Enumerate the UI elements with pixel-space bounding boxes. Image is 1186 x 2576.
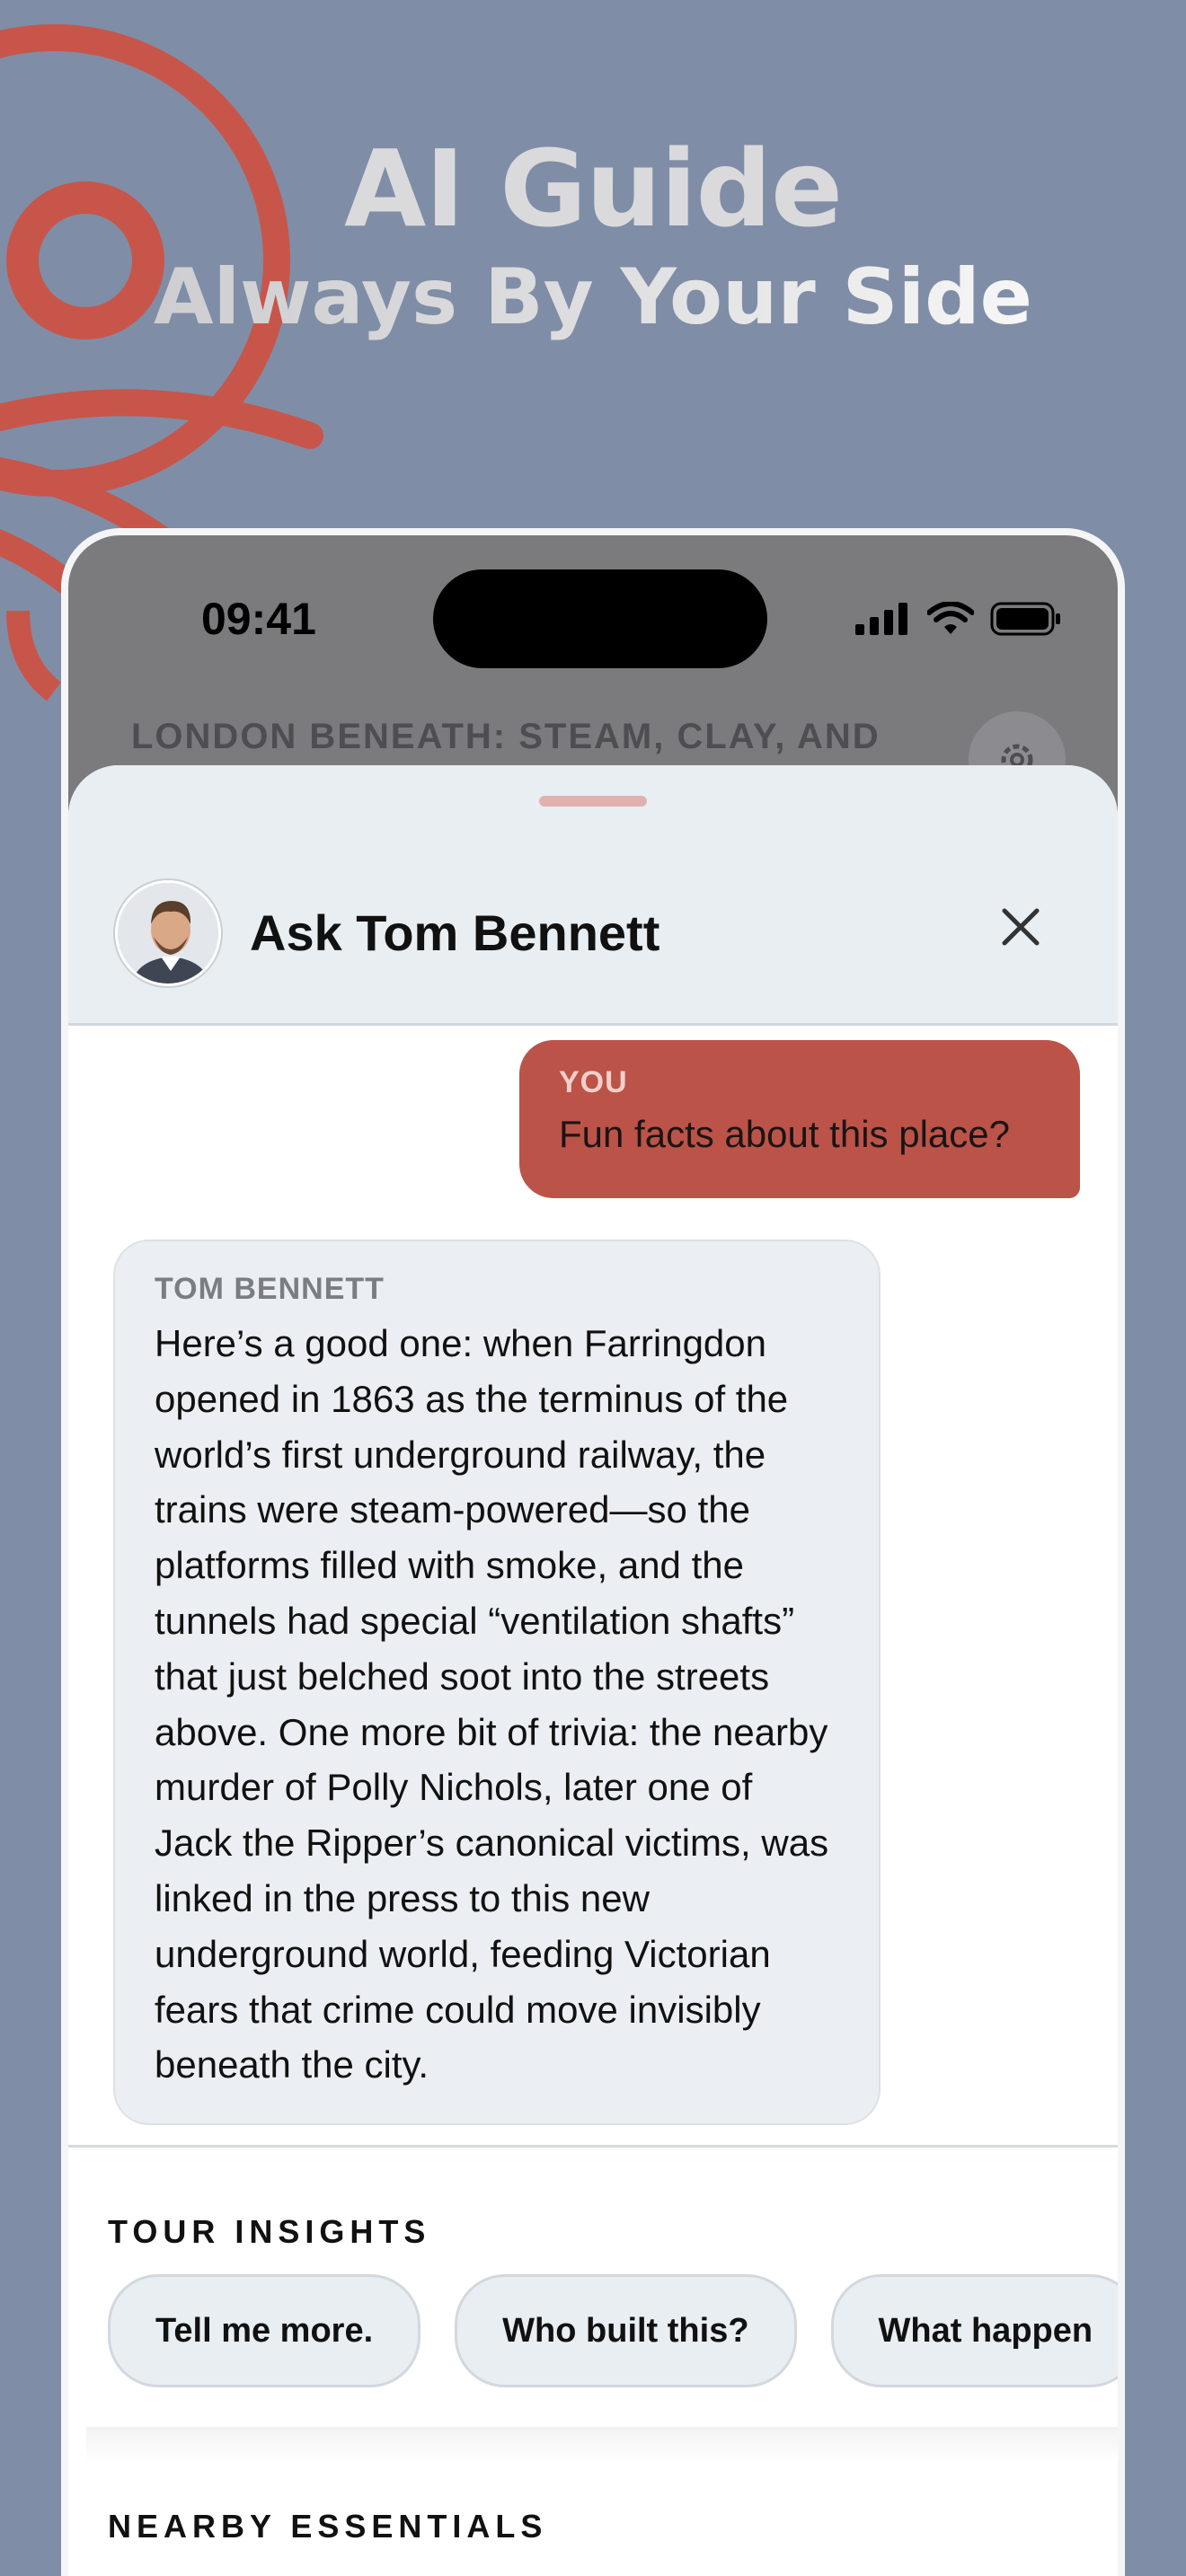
- cellular-signal-icon: [855, 603, 907, 635]
- message-sender: TOM BENNETT: [155, 1272, 385, 1306]
- hero-title: AI Guide: [343, 127, 843, 251]
- divider: [68, 2145, 1118, 2148]
- chip-what-happened[interactable]: What happen: [830, 2274, 1118, 2387]
- dynamic-island: [433, 569, 767, 668]
- guide-message-bubble: TOM BENNETT Here’s a good one: when Farr…: [113, 1239, 881, 2125]
- close-button[interactable]: [985, 891, 1057, 963]
- section-shadow: [86, 2427, 1118, 2463]
- status-time: 09:41: [201, 594, 316, 644]
- battery-icon: [990, 602, 1060, 636]
- sheet-grabber[interactable]: [539, 796, 647, 807]
- chat-sheet: Ask Tom Bennett YOU Fun facts about this…: [68, 765, 1118, 2576]
- hero: AI Guide Always By Your Side: [0, 126, 1186, 347]
- user-message-bubble: YOU Fun facts about this place?: [519, 1040, 1080, 1198]
- status-bar: 09:41: [68, 535, 1118, 706]
- chat-sheet-header: Ask Tom Bennett: [68, 765, 1118, 1026]
- avatar: [115, 880, 221, 986]
- phone-frame: 09:41 LONDON BENEATH: STEAM, CLAY, AND A…: [61, 528, 1125, 2576]
- message-sender: YOU: [559, 1065, 628, 1099]
- status-icons: [855, 602, 1062, 636]
- chat-title: Ask Tom Bennett: [250, 904, 660, 961]
- wifi-icon: [927, 602, 974, 634]
- nearby-essentials-label: NEARBY ESSENTIALS: [108, 2508, 548, 2545]
- message-text: Here’s a good one: when Farringdon opene…: [155, 1322, 829, 2086]
- close-icon: [1002, 908, 1040, 946]
- chip-who-built-this[interactable]: Who built this?: [455, 2274, 797, 2387]
- message-text: Fun facts about this place?: [559, 1113, 1010, 1155]
- tour-title: LONDON BENEATH: STEAM, CLAY, AND: [131, 717, 881, 756]
- chip-tell-me-more[interactable]: Tell me more.: [108, 2274, 421, 2387]
- tour-insights-label: TOUR INSIGHTS: [108, 2213, 431, 2250]
- hero-subtitle: Always By Your Side: [0, 248, 1186, 347]
- guide-portrait-icon: [118, 883, 218, 984]
- insight-chips: Tell me more. Who built this? What happe…: [108, 2274, 1118, 2387]
